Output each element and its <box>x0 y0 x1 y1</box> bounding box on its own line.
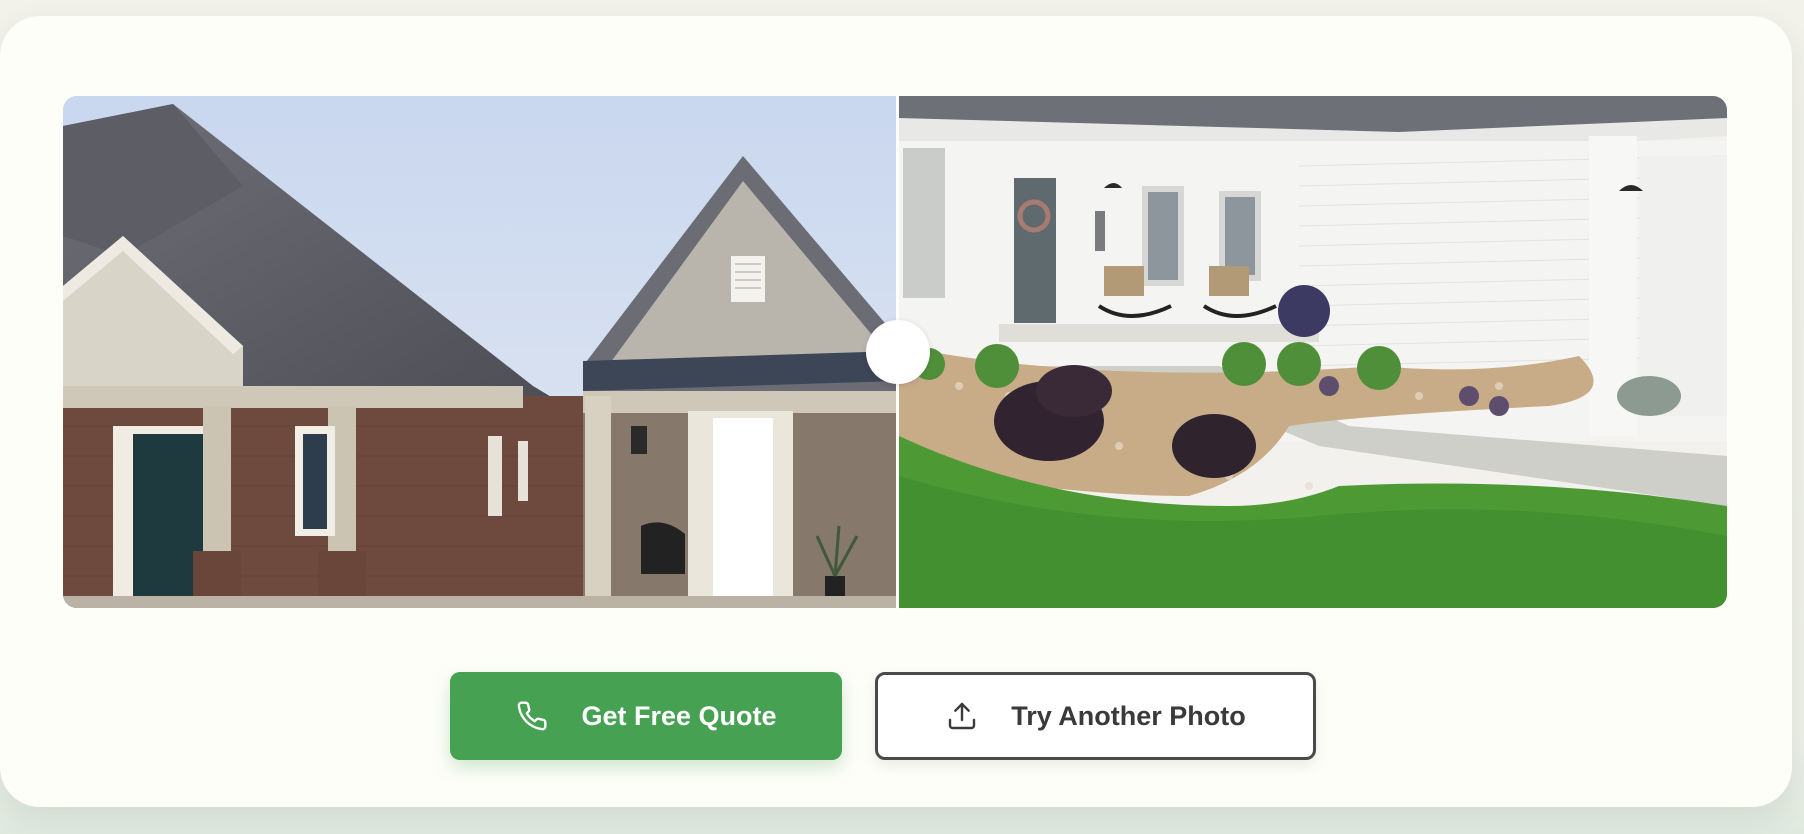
get-free-quote-label: Get Free Quote <box>581 700 777 731</box>
result-card: Get Free Quote Try Another Photo <box>0 16 1792 807</box>
get-free-quote-button[interactable]: Get Free Quote <box>450 672 842 760</box>
phone-icon <box>515 699 549 733</box>
try-another-photo-button[interactable]: Try Another Photo <box>875 672 1316 760</box>
action-buttons: Get Free Quote Try Another Photo <box>0 672 1792 760</box>
before-after-comparison[interactable] <box>63 96 1727 608</box>
upload-icon <box>945 699 979 733</box>
try-another-photo-label: Try Another Photo <box>1011 700 1246 731</box>
before-image <box>63 96 896 608</box>
comparison-slider-handle[interactable] <box>866 320 930 384</box>
after-image <box>899 96 1727 608</box>
